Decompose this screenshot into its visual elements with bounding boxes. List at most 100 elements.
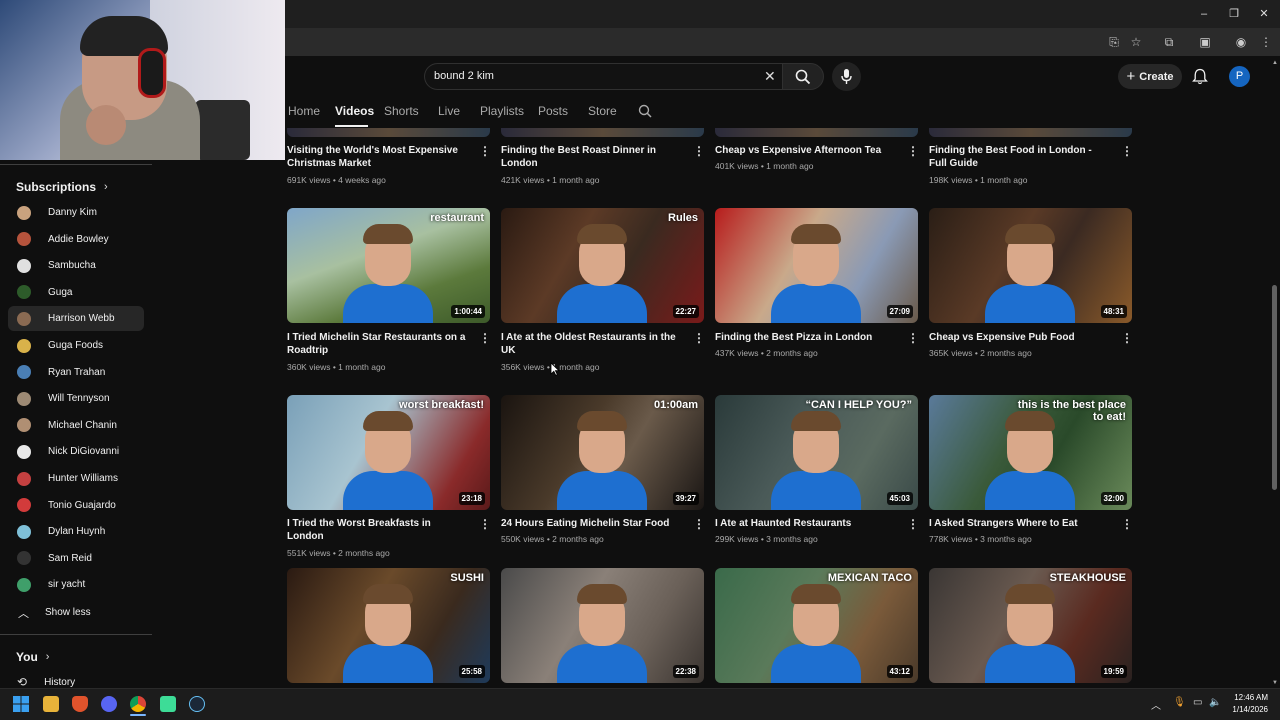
tab-playlists[interactable]: Playlists [480,104,524,118]
tab-shorts[interactable]: Shorts [384,104,419,118]
you-heading[interactable]: You › [16,650,49,664]
video-title[interactable]: Visiting the World's Most Expensive Chri… [287,144,467,170]
video-title[interactable]: I Tried the Worst Breakfasts in London [287,517,467,543]
scroll-down-arrow-icon[interactable]: ▼ [1272,680,1278,686]
taskbar-clock-time[interactable]: 12:46 AM [1224,693,1268,702]
video-thumbnail[interactable] [287,128,490,137]
taskbar-clock-date[interactable]: 1/14/2026 [1224,705,1268,714]
video-thumbnail[interactable]: this is the best place to eat! 32:00 [929,395,1132,510]
video-thumbnail[interactable]: 27:09 [715,208,918,323]
video-thumbnail[interactable]: STEAKHOUSE 19:59 [929,568,1132,683]
more-options-icon[interactable]: ⋮ [693,145,705,157]
video-title[interactable]: I Asked Strangers Where to Eat [929,517,1109,530]
video-thumbnail[interactable]: restaurant 1:00:44 [287,208,490,323]
close-window-icon[interactable]: ✕ [1256,6,1272,22]
tray-overflow-icon[interactable]: ︿ [1151,697,1161,712]
extensions-icon[interactable]: ⧉ [1161,34,1177,50]
more-options-icon[interactable]: ⋮ [907,145,919,157]
video-thumbnail[interactable]: 48:31 [929,208,1132,323]
steam-icon[interactable] [189,696,205,712]
notifications-bell-icon[interactable] [1192,68,1208,85]
restore-icon[interactable]: ❐ [1226,6,1242,22]
sidebar-item-subscription[interactable]: Hunter Williams [8,466,144,491]
video-thumbnail[interactable] [501,128,704,137]
tab-live[interactable]: Live [438,104,460,118]
sidebar-item-subscription[interactable]: sir yacht [8,572,144,597]
video-thumbnail[interactable] [715,128,918,137]
search-button[interactable] [782,63,824,90]
video-title[interactable]: Cheap vs Expensive Pub Food [929,331,1109,344]
subscriptions-heading[interactable]: Subscriptions › [16,180,108,194]
tab-store[interactable]: Store [588,104,617,118]
sidebar-item-subscription[interactable]: Ryan Trahan [8,360,144,385]
sidebar-item-subscription[interactable]: Guga Foods [8,333,144,358]
sidebar-item-subscription[interactable]: Harrison Webb [8,306,144,332]
more-options-icon[interactable]: ⋮ [1121,518,1133,530]
volume-icon[interactable]: 🔈 [1209,697,1221,708]
channel-search-icon[interactable] [638,104,652,118]
sidebar-item-subscription[interactable]: Danny Kim [8,200,144,225]
more-options-icon[interactable]: ⋮ [693,518,705,530]
clear-search-icon[interactable]: ✕ [764,68,776,85]
discord-icon[interactable] [101,696,117,712]
bookmark-star-icon[interactable]: ☆ [1128,34,1144,50]
video-title[interactable]: Finding the Best Roast Dinner in London [501,144,681,170]
create-button[interactable]: + Create [1118,64,1182,89]
sidebar-item-subscription[interactable]: Sambucha [8,253,144,278]
profile-icon[interactable]: ◉ [1233,34,1249,50]
more-options-icon[interactable]: ⋮ [479,332,491,344]
scroll-up-arrow-icon[interactable]: ▲ [1272,60,1278,66]
side-panel-icon[interactable]: ▣ [1197,34,1213,50]
sidebar-item-subscription[interactable]: Michael Chanin [8,413,144,438]
sidebar-item-subscription[interactable]: Will Tennyson [8,386,144,411]
hair-shape [577,584,627,604]
video-title[interactable]: I Ate at the Oldest Restaurants in the U… [501,331,681,357]
video-thumbnail[interactable]: 01:00am 39:27 [501,395,704,510]
sidebar-item-subscription[interactable]: Dylan Huynh [8,519,144,544]
scrollbar-thumb[interactable] [1272,285,1277,490]
search-query[interactable]: bound 2 kim [434,70,494,82]
more-options-icon[interactable]: ⋮ [693,332,705,344]
video-title[interactable]: I Ate at Haunted Restaurants [715,517,895,530]
browser-menu-icon[interactable]: ⋮ [1258,34,1274,50]
sidebar-item-subscription[interactable]: Addie Bowley [8,227,144,252]
video-thumbnail[interactable] [929,128,1132,137]
more-options-icon[interactable]: ⋮ [1121,145,1133,157]
more-options-icon[interactable]: ⋮ [479,518,491,530]
video-title[interactable]: Cheap vs Expensive Afternoon Tea [715,144,895,157]
video-title[interactable]: I Tried Michelin Star Restaurants on a R… [287,331,467,357]
minimize-icon[interactable]: – [1196,6,1212,22]
video-title[interactable]: 24 Hours Eating Michelin Star Food [501,517,681,530]
install-app-icon[interactable]: ⎘ [1106,34,1122,50]
voice-search-button[interactable] [832,62,861,91]
chrome-icon[interactable] [130,696,146,712]
video-thumbnail[interactable]: “CAN I HELP YOU?” 45:03 [715,395,918,510]
video-thumbnail[interactable]: Rules 22:27 [501,208,704,323]
sidebar-item-subscription[interactable]: Guga [8,280,144,305]
more-options-icon[interactable]: ⋮ [907,332,919,344]
video-thumbnail[interactable]: SUSHI 25:58 [287,568,490,683]
sidebar-item-subscription[interactable]: Sam Reid [8,546,144,571]
shirt-shape [771,284,861,323]
file-explorer-icon[interactable] [43,696,59,712]
tab-home[interactable]: Home [288,104,320,118]
video-thumbnail[interactable]: 22:38 [501,568,704,683]
show-less-button[interactable]: ︿ Show less [8,600,144,625]
video-title[interactable]: Finding the Best Food in London - Full G… [929,144,1109,170]
app-icon[interactable] [160,696,176,712]
account-avatar[interactable]: P [1229,66,1250,87]
video-title[interactable]: Finding the Best Pizza in London [715,331,895,344]
more-options-icon[interactable]: ⋮ [479,145,491,157]
more-options-icon[interactable]: ⋮ [1121,332,1133,344]
sidebar-item-subscription[interactable]: Nick DiGiovanni [8,439,144,464]
tab-posts[interactable]: Posts [538,104,568,118]
more-options-icon[interactable]: ⋮ [907,518,919,530]
video-thumbnail[interactable]: MEXICAN TACO 43:12 [715,568,918,683]
windows-start-icon[interactable] [13,696,29,712]
sidebar-item-subscription[interactable]: Tonio Guajardo [8,493,144,518]
network-icon[interactable]: ▭ [1193,697,1202,708]
video-thumbnail[interactable]: worst breakfast! 23:18 [287,395,490,510]
brave-browser-icon[interactable] [72,696,88,712]
tab-videos[interactable]: Videos [335,104,374,118]
microphone-tray-icon[interactable]: 🎙 [1173,697,1186,708]
